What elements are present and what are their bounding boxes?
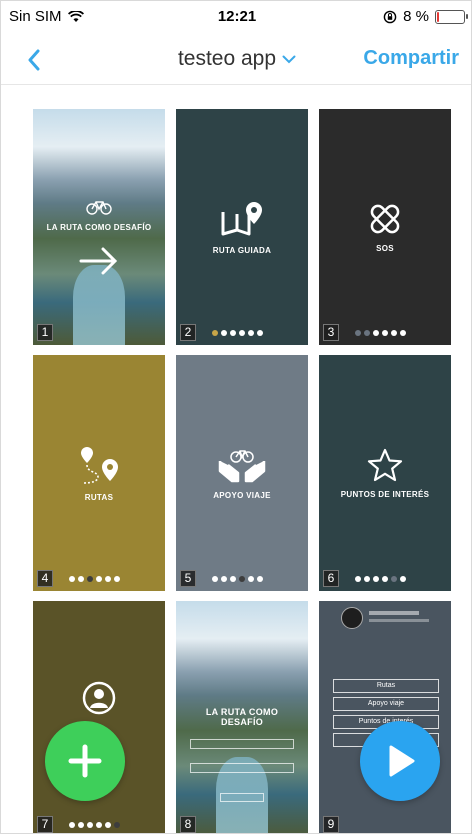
- chevron-down-icon: [282, 55, 296, 63]
- screen-card-2[interactable]: RUTA GUIADA 2: [176, 109, 308, 345]
- share-button[interactable]: Compartir: [363, 47, 459, 70]
- card-content: PUNTOS DE INTERÉS: [319, 355, 451, 591]
- pagination-dots: [212, 576, 263, 582]
- screen-card-3[interactable]: SOS 3: [319, 109, 451, 345]
- card-title: APOYO VIAJE: [213, 490, 271, 500]
- card-content: APOYO VIAJE: [176, 355, 308, 591]
- hands-bicycle-icon: [218, 449, 266, 482]
- screen-number: 5: [180, 570, 196, 587]
- card-content: LA RUTA COMO DESAFÍO: [176, 601, 308, 833]
- screen-card-6[interactable]: PUNTOS DE INTERÉS 6: [319, 355, 451, 591]
- form-field: [190, 763, 294, 773]
- screen-card-4[interactable]: RUTAS 4: [33, 355, 165, 591]
- form-button: [220, 793, 264, 802]
- play-icon: [389, 745, 415, 777]
- pagination-dots: [355, 330, 406, 336]
- menu-option: Rutas: [333, 679, 439, 693]
- plus-icon: [68, 744, 102, 778]
- battery-percent: 8 %: [403, 8, 429, 25]
- screen-card-9[interactable]: Rutas Apoyo viaje Puntos de interés 9: [319, 601, 451, 833]
- screen-number: 8: [180, 816, 196, 833]
- pagination-dots: [212, 330, 263, 336]
- avatar: [341, 607, 363, 629]
- star-icon: [367, 448, 403, 481]
- card-title: PUNTOS DE INTERÉS: [340, 489, 430, 499]
- card-content: [33, 601, 165, 833]
- status-bar: Sin SIM 12:21 8 %: [1, 1, 471, 35]
- profile-email-line: [369, 619, 429, 622]
- card-content: RUTA GUIADA: [176, 109, 308, 345]
- battery-fill: [437, 11, 439, 22]
- screen-number: 4: [37, 570, 53, 587]
- card-title: RUTAS: [84, 492, 114, 502]
- card-content: LA RUTA COMO DESAFÍO: [33, 109, 165, 345]
- rotation-lock-icon: [383, 10, 397, 23]
- battery-icon: [435, 9, 468, 24]
- profile-name-line: [369, 611, 419, 615]
- card-content: SOS: [319, 109, 451, 345]
- pagination-dots: [69, 822, 120, 828]
- screen-card-5[interactable]: APOYO VIAJE 5: [176, 355, 308, 591]
- bandage-icon: [370, 204, 400, 233]
- screen-number: 7: [37, 816, 53, 833]
- nav-bar: testeo app Compartir: [1, 35, 471, 85]
- page-title: testeo app: [177, 47, 277, 70]
- screen-card-8[interactable]: LA RUTA COMO DESAFÍO 8: [176, 601, 308, 833]
- screen-card-1[interactable]: LA RUTA COMO DESAFÍO 1: [33, 109, 165, 345]
- play-preview-button[interactable]: [360, 721, 440, 801]
- screen-number: 1: [37, 324, 53, 341]
- route-pins-icon: [81, 446, 118, 484]
- app-screen: Sin SIM 12:21 8 % testeo app Compartir L…: [0, 0, 472, 834]
- card-content: RUTAS: [33, 355, 165, 591]
- screen-number: 9: [323, 816, 339, 833]
- pagination-dots: [355, 576, 406, 582]
- card-title: LA RUTA COMO DESAFÍO: [46, 223, 152, 232]
- bicycle-icon: [86, 201, 112, 215]
- card-content: Rutas Apoyo viaje Puntos de interés: [319, 601, 451, 833]
- card-title: RUTA GUIADA: [212, 245, 272, 255]
- map-book-pin-icon: [221, 201, 262, 235]
- screen-number: 6: [323, 570, 339, 587]
- user-profile-icon: [82, 681, 116, 715]
- screen-number: 3: [323, 324, 339, 341]
- form-field: [190, 739, 294, 749]
- card-title: SOS: [376, 243, 394, 253]
- add-screen-button[interactable]: [45, 721, 125, 801]
- screen-card-7[interactable]: 7: [33, 601, 165, 833]
- pagination-dots: [69, 576, 120, 582]
- arrow-right-icon: [79, 247, 118, 275]
- screen-number: 2: [180, 324, 196, 341]
- menu-option: Apoyo viaje: [333, 697, 439, 711]
- card-title: LA RUTA COMO DESAFÍO: [205, 707, 279, 727]
- battery-group: 8 %: [383, 8, 468, 25]
